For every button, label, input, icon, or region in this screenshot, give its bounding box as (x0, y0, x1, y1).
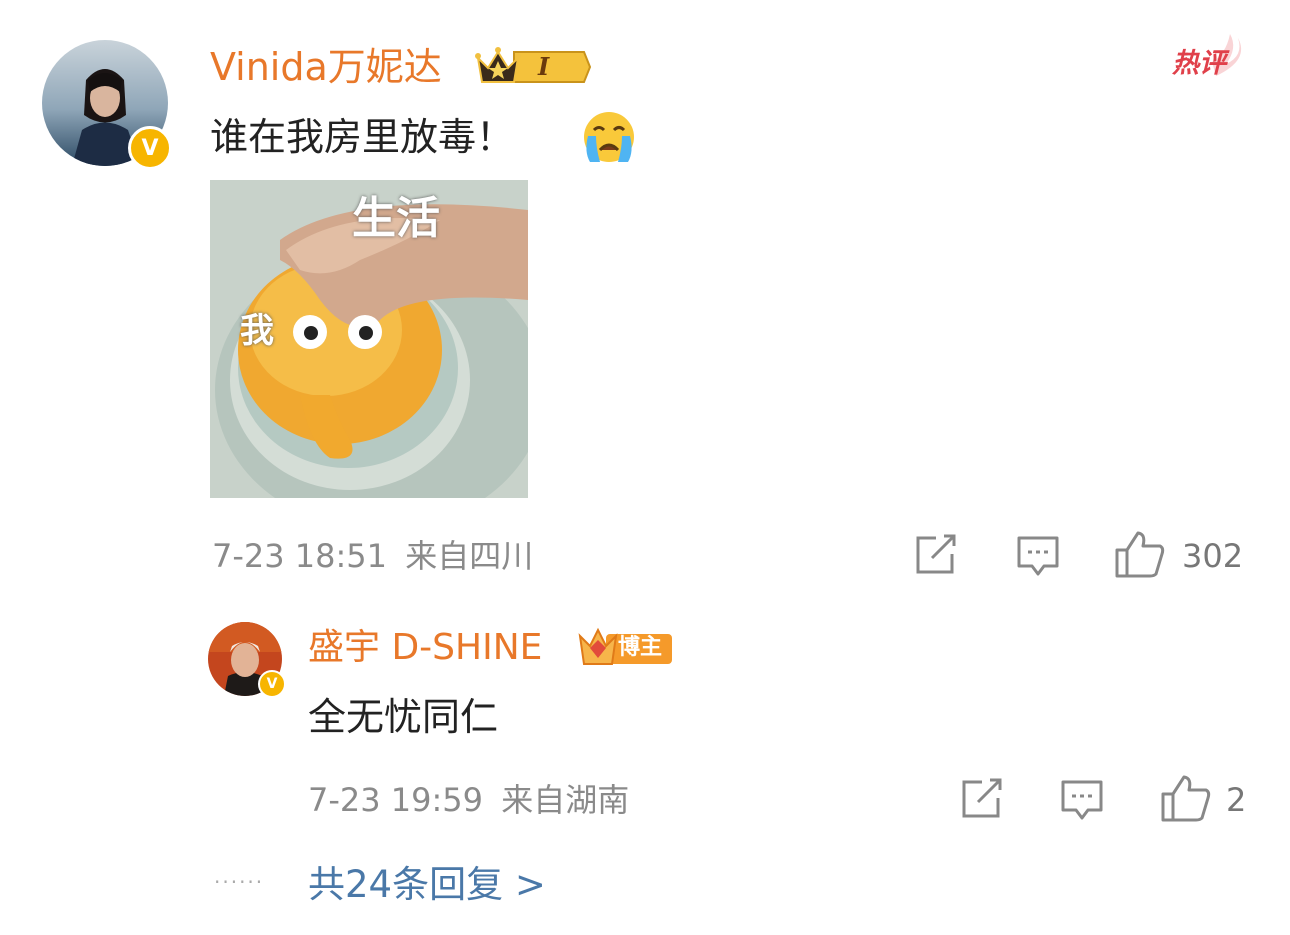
crying-face-emoji (580, 110, 638, 164)
reply-timestamp: 7-23 19:59 来自湖南 (308, 780, 629, 820)
comment-text: 谁在我房里放毒！ (210, 115, 515, 159)
comment-timestamp: 7-23 18:51 来自四川 (212, 536, 533, 576)
reply-text: 全无忧同仁 (308, 695, 499, 739)
reply-like-count: 2 (1226, 781, 1247, 819)
comment-location: 来自四川 (405, 537, 534, 575)
like-icon[interactable] (1114, 530, 1166, 578)
reply-location: 来自湖南 (501, 781, 630, 819)
like-count: 302 (1182, 537, 1244, 575)
crown-level-badge-icon (474, 44, 592, 90)
more-replies-link[interactable]: 共24条回复 > (308, 862, 546, 908)
reply-time: 7-23 19:59 (308, 781, 484, 819)
reply-like-icon[interactable] (1160, 774, 1212, 822)
meme-caption-top: 生活 (352, 193, 440, 244)
reply-comment-icon[interactable] (1060, 778, 1104, 822)
more-replies-dots: ······ (214, 870, 265, 894)
blogger-badge-label: 博主 (618, 635, 663, 660)
comment-image[interactable]: 生活 我 (210, 180, 528, 498)
meme-caption-left: 我 (240, 311, 274, 351)
level-badge-label: I (538, 52, 550, 81)
reply-share-icon[interactable] (960, 778, 1004, 820)
share-icon[interactable] (914, 534, 958, 576)
reply-username[interactable]: 盛宇 D-SHINE (308, 626, 542, 670)
reply-verified-badge-icon: V (258, 670, 286, 698)
hot-comment-badge: 热评 (1170, 32, 1250, 84)
comment-icon[interactable] (1016, 534, 1060, 578)
hot-comment-label: 热评 (1172, 48, 1226, 79)
comment-time: 7-23 18:51 (212, 537, 388, 575)
comment-username[interactable]: Vinida万妮达 (210, 44, 442, 90)
verified-badge-icon: V (128, 126, 172, 170)
